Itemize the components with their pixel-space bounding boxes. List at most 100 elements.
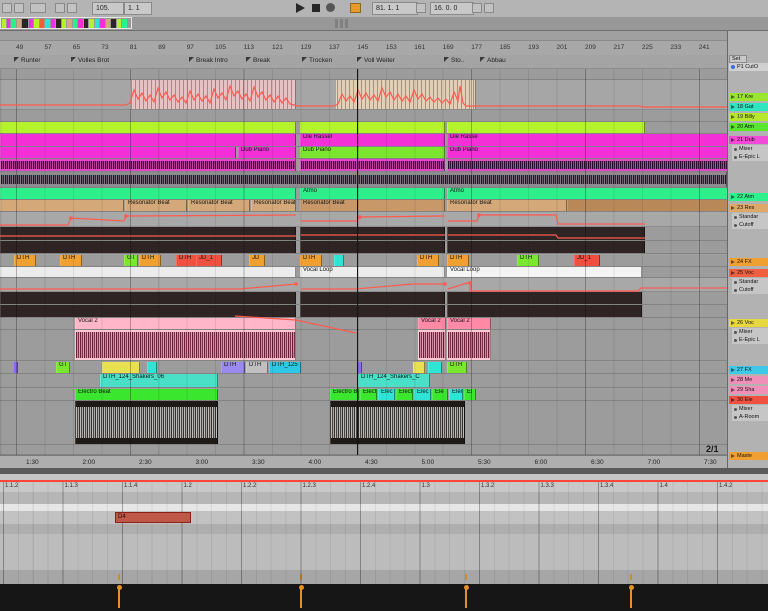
sidebar-item-24-fx[interactable]: 24 FX: [729, 258, 768, 266]
track-lane-resonator-automation[interactable]: [0, 212, 727, 227]
sidebar-item-maste[interactable]: Maste: [729, 452, 768, 460]
clip[interactable]: [0, 172, 727, 187]
velocity-marker[interactable]: [463, 585, 469, 608]
clip[interactable]: [428, 362, 442, 373]
clip[interactable]: DTH_125: [269, 362, 301, 373]
sidebar-item-cutoff[interactable]: Cutoff: [732, 286, 768, 294]
clip[interactable]: [0, 267, 296, 277]
sidebar-item-20-atm[interactable]: 20 Atm: [729, 123, 768, 131]
clip[interactable]: [300, 227, 445, 240]
track-lane-dub-piano[interactable]: Dub Piano Dub Piano Dub Piano: [0, 147, 728, 159]
track-lane-electro-wave[interactable]: [0, 401, 727, 445]
clip[interactable]: DTH_124_Shakers_C: [358, 374, 430, 387]
clip[interactable]: Atmo: [300, 188, 445, 199]
metronome-icon[interactable]: [30, 3, 46, 13]
sidebar-item-17-kre[interactable]: 17 Kre: [729, 93, 768, 101]
track-lane-billy-green[interactable]: [0, 122, 727, 134]
clip[interactable]: Resonator Beat: [125, 200, 187, 211]
sidebar-item-27-fx[interactable]: 27 FX: [729, 366, 768, 374]
clip[interactable]: Resonator Beat: [188, 200, 250, 211]
clip[interactable]: [0, 200, 124, 211]
clip[interactable]: Elect: [360, 389, 377, 400]
clip[interactable]: [147, 362, 157, 373]
clip[interactable]: DTH: [300, 255, 322, 266]
clip[interactable]: [130, 80, 296, 109]
sidebar-item-29-sha[interactable]: 29 Sha: [729, 386, 768, 394]
clip[interactable]: Vocal 2: [418, 318, 446, 329]
midi-note[interactable]: D4: [115, 512, 191, 523]
track-lane-rassel[interactable]: Die Rassel Die Rasse: [0, 134, 728, 147]
clip[interactable]: Vocal 2: [447, 318, 491, 329]
clip[interactable]: Dub Piano: [447, 147, 728, 158]
clip[interactable]: [300, 292, 445, 304]
track-lane-dark-2[interactable]: [0, 241, 727, 254]
velocity-marker[interactable]: [298, 585, 304, 608]
clip[interactable]: [447, 305, 642, 317]
sidebar-item-26-voc[interactable]: 26 Voc: [729, 319, 768, 327]
clip[interactable]: [567, 200, 728, 211]
clip[interactable]: [330, 401, 465, 444]
clip[interactable]: Ele: [432, 389, 448, 400]
clip[interactable]: Resonator Beat: [300, 200, 445, 211]
clip[interactable]: GT: [124, 255, 138, 266]
clip[interactable]: [300, 241, 445, 253]
arrangement-overview[interactable]: [0, 17, 768, 31]
sidebar-item-mixer[interactable]: Mixer: [732, 145, 768, 153]
track-lane-dub-piano-wave[interactable]: [0, 159, 728, 172]
clip[interactable]: [0, 227, 296, 240]
play-button[interactable]: [296, 3, 305, 13]
record-button[interactable]: [326, 3, 335, 12]
sidebar-item-a-room[interactable]: A-Room: [732, 413, 768, 421]
track-lane-kreisel-automation[interactable]: [0, 80, 727, 110]
tap-tempo-button[interactable]: [14, 3, 24, 13]
clip[interactable]: Vocal Loop: [300, 267, 445, 277]
clip[interactable]: Dub Piano: [300, 147, 445, 158]
track-lane-dark-4[interactable]: [0, 305, 727, 318]
punch-in-icon[interactable]: [416, 3, 426, 13]
sidebar-item-21-dub[interactable]: 21 Dub: [729, 136, 768, 144]
sidebar-item-e-epic-l[interactable]: E-Epic L: [732, 153, 768, 161]
clip[interactable]: [447, 122, 645, 133]
nudge-down-icon[interactable]: [55, 3, 65, 13]
clip[interactable]: Electro Be: [330, 389, 359, 400]
track-lane-fx-clips[interactable]: DTH DTH GT DTH DTH JD_1 JD DTH DTH DTH DTH JD_1: [0, 255, 727, 267]
clip[interactable]: DTH: [447, 362, 467, 373]
midi-row-beat-ruler[interactable]: [0, 481, 768, 492]
track-lane-vocal-loop[interactable]: Vocal Loop Vocal Loop: [0, 267, 727, 278]
clip[interactable]: Elec: [449, 389, 463, 400]
clip[interactable]: [0, 122, 296, 133]
clip[interactable]: [75, 330, 296, 360]
clip[interactable]: [0, 159, 296, 171]
clip[interactable]: [447, 159, 728, 171]
midi-row-velocity-lane[interactable]: [0, 584, 768, 611]
clip[interactable]: Resonator Beat: [447, 200, 567, 211]
track-lane-electro-head[interactable]: Electro Beat Electro Be Elect Elec Elect Elec…: [0, 389, 727, 401]
clip[interactable]: Resonator Beat: [251, 200, 296, 211]
clip[interactable]: Electro Beat: [75, 389, 218, 400]
clip[interactable]: DTH: [417, 255, 439, 266]
track-lane-fx2-clips[interactable]: GT DTH DTH DTH_125 DTH: [0, 362, 727, 374]
nudge-up-icon[interactable]: [67, 3, 77, 13]
loop-brace[interactable]: [0, 480, 768, 482]
clip[interactable]: Die Rassel: [300, 134, 445, 146]
track-lane-empty-top[interactable]: [0, 68, 727, 80]
sidebar-item-standar[interactable]: Standar: [732, 278, 768, 286]
link-toggle-icon[interactable]: [2, 3, 12, 13]
clip[interactable]: [102, 362, 140, 373]
clip[interactable]: [447, 330, 491, 360]
clip[interactable]: Atmo: [447, 188, 728, 199]
clip[interactable]: DTH: [221, 362, 245, 373]
track-lane-epic-wave[interactable]: [0, 172, 727, 188]
velocity-marker[interactable]: [628, 585, 634, 608]
clip[interactable]: [0, 147, 236, 158]
clip[interactable]: JD_1: [196, 255, 222, 266]
clip[interactable]: DTH: [176, 255, 198, 266]
sidebar-item-22-atm[interactable]: 22 Atm: [729, 193, 768, 201]
clip[interactable]: Dub Piano: [238, 147, 296, 158]
track-lane-dark-3[interactable]: [0, 292, 727, 305]
clip[interactable]: Elect: [396, 389, 413, 400]
sidebar-item-19-billy[interactable]: 19 Billy: [729, 113, 768, 121]
clip[interactable]: [447, 241, 645, 253]
clip[interactable]: DTH: [517, 255, 539, 266]
quantize-field[interactable]: 1. 1: [124, 2, 152, 15]
